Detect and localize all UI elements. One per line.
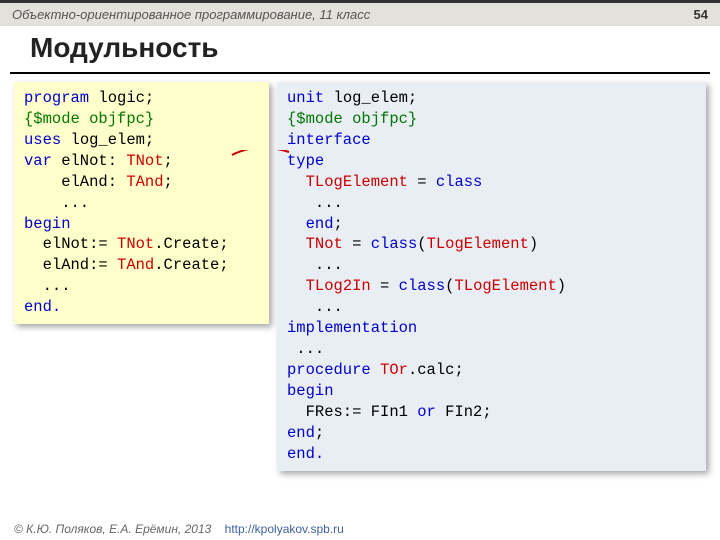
kw-class: class [399, 277, 446, 295]
ellipsis: ... [287, 298, 343, 316]
kw-var: var [24, 152, 52, 170]
kw-begin: begin [24, 215, 71, 233]
txt: elNot:= [24, 235, 117, 253]
header-bar: Объектно-ориентированное программировани… [0, 0, 720, 26]
directive: {$mode objfpc} [287, 110, 417, 128]
txt: FIn2; [436, 403, 492, 421]
kw-unit: unit [287, 89, 324, 107]
type-tand: TAnd [126, 173, 163, 191]
txt: ( [417, 235, 426, 253]
content-area: program logic; {$mode objfpc} uses log_e… [0, 74, 720, 479]
kw-end: end [287, 424, 315, 442]
kw-program: program [24, 89, 89, 107]
txt: .Create; [154, 256, 228, 274]
type-tnot: TNot [117, 235, 154, 253]
kw-type: type [287, 152, 324, 170]
type-tor: TOr [380, 361, 408, 379]
ellipsis: ... [24, 194, 89, 212]
txt: ) [557, 277, 566, 295]
kw-interface: interface [287, 131, 371, 149]
sp [287, 173, 306, 191]
sp [287, 215, 306, 233]
sp [287, 277, 306, 295]
txt: log_elem; [324, 89, 417, 107]
kw-or: or [417, 403, 436, 421]
txt: elNot: [52, 152, 126, 170]
ellipsis: ... [287, 340, 324, 358]
txt: ) [529, 235, 538, 253]
ellipsis: ... [287, 194, 343, 212]
txt: elAnd:= [24, 256, 117, 274]
copyright-text: © К.Ю. Поляков, Е.А. Ерёмин, 2013 [14, 522, 211, 536]
type-tand: TAnd [117, 256, 154, 274]
type-tnot: TNot [126, 152, 163, 170]
txt: ; [315, 424, 324, 442]
txt: .calc; [408, 361, 464, 379]
type-tlogelement: TLogElement [427, 235, 529, 253]
page-title: Модульность [10, 26, 710, 74]
txt: logic; [89, 89, 154, 107]
ellipsis: ... [24, 277, 71, 295]
txt: = [343, 235, 371, 253]
txt: ; [164, 173, 173, 191]
kw-implementation: implementation [287, 319, 417, 337]
kw-procedure: procedure [287, 361, 371, 379]
sp [371, 361, 380, 379]
type-tlogelement: TLogElement [306, 173, 408, 191]
footer: © К.Ю. Поляков, Е.А. Ерёмин, 2013 http:/… [14, 522, 344, 536]
txt: ; [164, 152, 173, 170]
txt: elAnd: [24, 173, 126, 191]
txt: .Create; [154, 235, 228, 253]
kw-end: end. [24, 298, 61, 316]
txt: = [371, 277, 399, 295]
page-number: 54 [694, 7, 708, 22]
kw-uses: uses [24, 131, 61, 149]
type-tlog2in: TLog2In [306, 277, 371, 295]
kw-class: class [371, 235, 418, 253]
txt: = [408, 173, 436, 191]
ellipsis: ... [287, 256, 343, 274]
type-tlogelement: TLogElement [454, 277, 556, 295]
txt: log_elem; [61, 131, 154, 149]
program-code-box: program logic; {$mode objfpc} uses log_e… [14, 82, 269, 324]
footer-link[interactable]: http://kpolyakov.spb.ru [225, 522, 344, 536]
kw-end: end. [287, 445, 324, 463]
txt: ; [334, 215, 343, 233]
kw-end: end [306, 215, 334, 233]
unit-code-box: unit log_elem; {$mode objfpc} interface … [277, 82, 706, 471]
kw-class: class [436, 173, 483, 191]
type-tnot: TNot [306, 235, 343, 253]
directive: {$mode objfpc} [24, 110, 154, 128]
txt: FRes:= FIn1 [287, 403, 417, 421]
kw-begin: begin [287, 382, 334, 400]
sp [287, 235, 306, 253]
course-label: Объектно-ориентированное программировани… [12, 7, 370, 22]
